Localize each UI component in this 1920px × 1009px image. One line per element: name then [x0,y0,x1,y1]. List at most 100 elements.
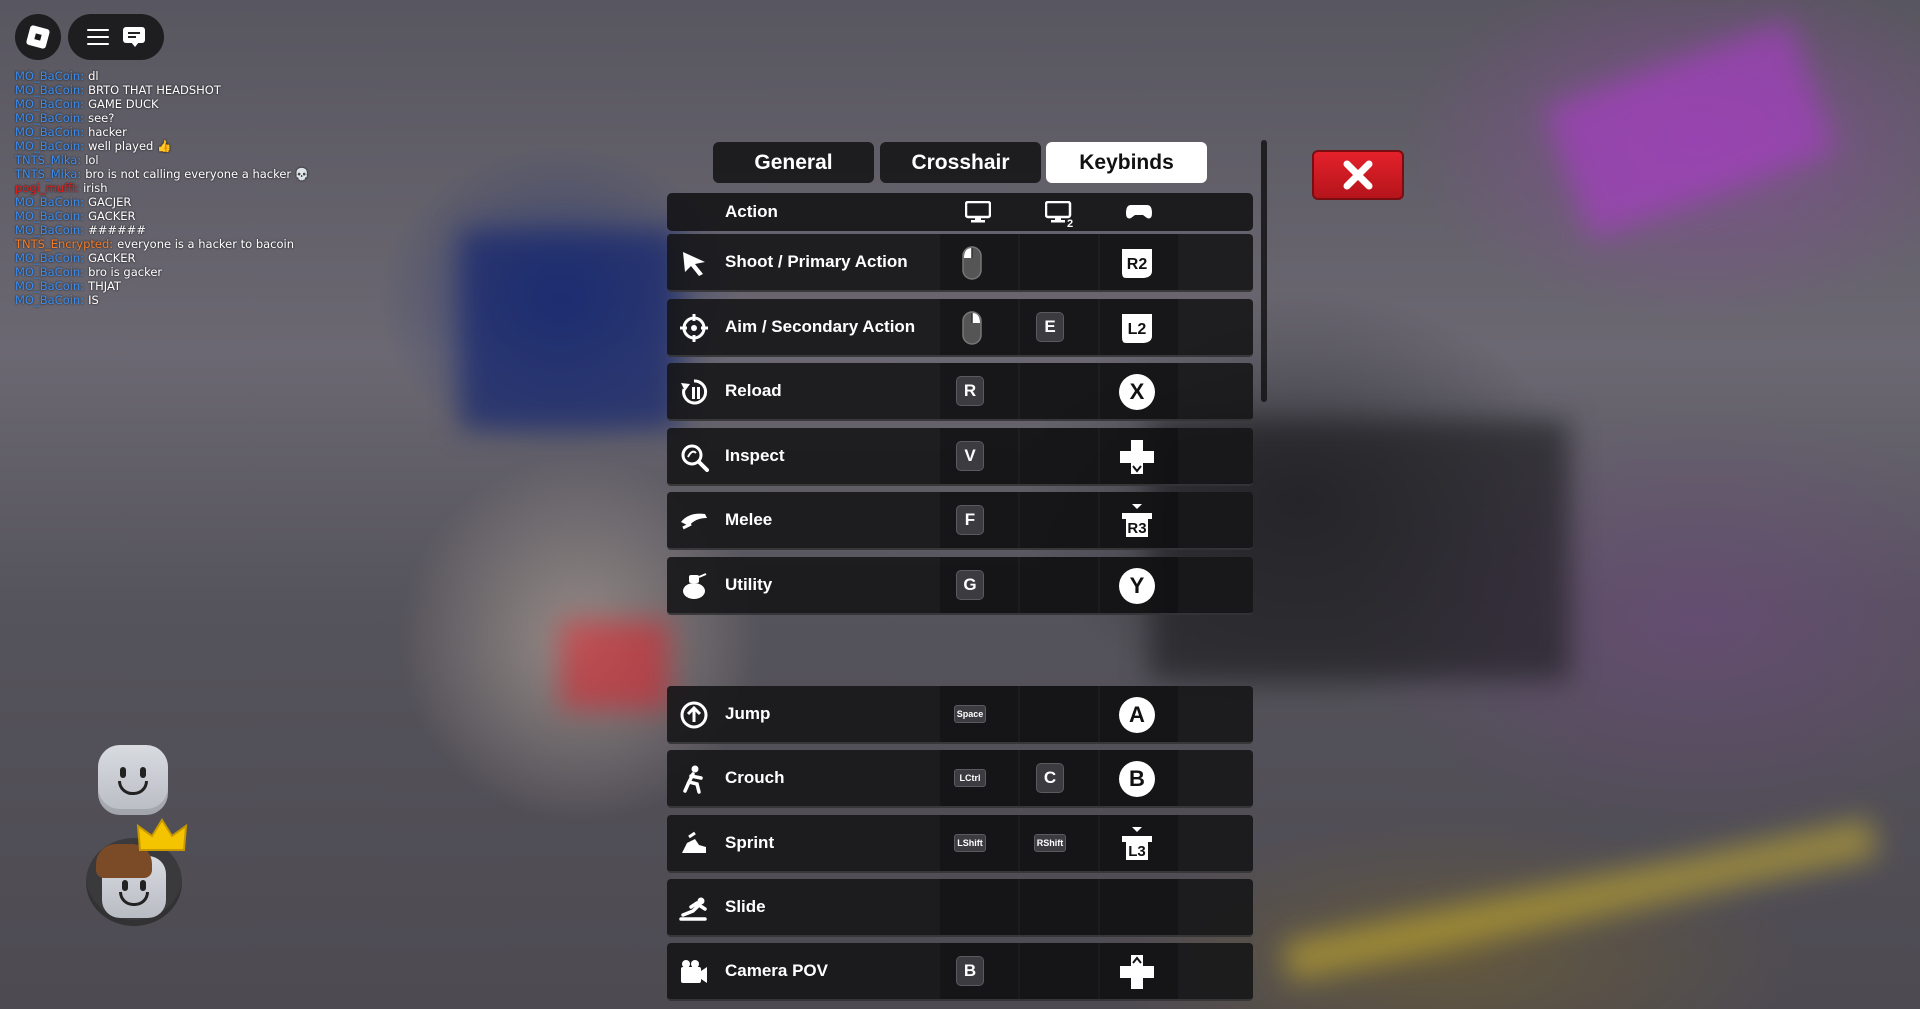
chat-message: TNTS_Mika: bro is not calling everyone a … [15,167,355,181]
primary-key[interactable]: G [956,570,984,600]
chat-username[interactable]: MO_BaCoin: [15,265,84,279]
keybind-slot[interactable] [940,879,1018,935]
chat-text: GACJER [88,195,132,209]
tab-keybinds[interactable]: Keybinds [1046,142,1207,183]
chat-username[interactable]: MO_BaCoin: [15,69,84,83]
chat-username[interactable]: MO_BaCoin: [15,293,84,307]
right-mouse-icon[interactable] [961,311,983,345]
keybind-action-name: Inspect [725,446,785,465]
chat-toggle-icon[interactable] [123,27,145,47]
monitor-icon [965,201,991,223]
keybind-row-aim-secondary-action[interactable]: Aim / Secondary Action E L2 [667,299,1253,357]
primary-key[interactable]: B [956,956,984,986]
tab-crosshair[interactable]: Crosshair [880,142,1041,183]
keybind-row-camera-pov[interactable]: Camera POV B [667,943,1253,1001]
utility-icon [683,573,707,599]
keybind-slot[interactable] [1020,363,1098,419]
keybind-slot[interactable] [1020,234,1098,290]
keybind-row-crouch[interactable]: Crouch LCtrl C B [667,750,1253,808]
secondary-key[interactable]: C [1036,763,1064,793]
chat-username[interactable]: TNTS_Mika: [15,153,81,167]
keybind-action-name: Camera POV [725,961,828,980]
primary-key[interactable]: LCtrl [954,769,986,787]
chat-text: GAME DUCK [88,97,159,111]
keybind-slot[interactable] [1020,557,1098,613]
chat-username[interactable]: MO_BaCoin: [15,125,84,139]
gamepad-l3-stick-icon[interactable]: L3 [1118,826,1156,862]
chat-text: THJAT [88,279,121,293]
gamepad-x-button[interactable]: X [1119,374,1155,410]
chat-username[interactable]: MO_BaCoin: [15,83,84,97]
chat-username[interactable]: MO_BaCoin: [15,139,84,153]
gamepad-l2-trigger-icon[interactable]: L2 [1118,310,1156,346]
primary-key[interactable]: R [956,376,984,406]
chat-text: dl [88,69,99,83]
scene-glow-blue [460,230,680,430]
keybind-slot[interactable] [1100,879,1178,935]
keybind-row-utility[interactable]: Utility G Y [667,557,1253,615]
gamepad-y-button[interactable]: Y [1119,568,1155,604]
sprint-icon [682,831,706,853]
gamepad-r3-stick-icon[interactable]: R3 [1118,503,1156,539]
keybind-action-name: Slide [725,897,766,916]
chat-message: MO_BaCoin: hacker [15,125,355,139]
chat-log: MO_BaCoin: dl MO_BaCoin: BRTO THAT HEADSHOT… [15,69,355,307]
dpad-down-icon[interactable] [1118,439,1156,475]
keybind-slot[interactable] [1020,943,1098,999]
keybind-slot[interactable] [1020,686,1098,742]
keybind-action-name: Reload [725,381,782,400]
keybind-slot[interactable] [1020,428,1098,484]
keybind-row-reload[interactable]: Reload R X [667,363,1253,421]
chat-username[interactable]: MO_BaCoin: [15,97,84,111]
chat-username[interactable]: MO_BaCoin: [15,209,84,223]
keybind-row-jump[interactable]: Jump Space A [667,686,1253,744]
left-mouse-icon[interactable] [961,246,983,280]
hamburger-menu-icon[interactable] [87,29,109,45]
chat-username[interactable]: TNTS_Mika: [15,167,81,181]
panel-scrollbar[interactable] [1261,140,1267,402]
keybind-row-inspect[interactable]: Inspect V [667,428,1253,486]
roblox-menu-button[interactable] [15,14,61,60]
secondary-key[interactable]: E [1036,312,1064,342]
keybind-row-slide[interactable]: Slide [667,879,1253,937]
primary-key[interactable]: Space [954,705,986,723]
chat-username[interactable]: MO_BaCoin: [15,111,84,125]
gamepad-icon [1126,205,1152,219]
primary-key[interactable]: LShift [954,834,986,852]
gamepad-b-button[interactable]: B [1119,761,1155,797]
keybind-slot[interactable] [1020,879,1098,935]
secondary-key[interactable]: RShift [1034,834,1066,852]
chat-username[interactable]: MO_BaCoin: [15,279,84,293]
primary-key[interactable]: F [956,505,984,535]
keybind-action-name: Sprint [725,833,775,852]
gamepad-r2-trigger-icon[interactable]: R2 [1118,245,1156,281]
aim-icon [680,314,708,342]
chat-message: MO_BaCoin: THJAT [15,279,355,293]
primary-key[interactable]: V [956,441,984,471]
tab-general[interactable]: General [713,142,874,183]
chat-username[interactable]: MO_BaCoin: [15,251,84,265]
dpad-up-icon[interactable] [1118,954,1156,990]
jump-icon [680,701,708,729]
keybind-row-shoot-primary-action[interactable]: Shoot / Primary Action R2 [667,234,1253,292]
chat-text: GACKER [88,209,136,223]
topbar-pill [68,14,164,60]
gamepad-a-button[interactable]: A [1119,697,1155,733]
chat-message: MO_BaCoin: well played 👍 [15,139,355,153]
keybind-row-melee[interactable]: Melee F R3 [667,492,1253,550]
action-column-label: Action [725,202,778,221]
keybind-action-name: Aim / Secondary Action [725,317,916,336]
chat-username[interactable]: TNTS_Encrypted: [15,237,113,251]
chat-username[interactable]: MO_BaCoin: [15,195,84,209]
player-avatar-top[interactable] [98,745,168,815]
keybind-slot[interactable] [1020,492,1098,548]
chat-username[interactable]: pogi_muffi: [15,181,79,195]
crouch-icon [683,765,703,794]
chat-message: MO_BaCoin: GACJER [15,195,355,209]
close-button[interactable] [1312,150,1404,200]
chat-username[interactable]: MO_BaCoin: [15,223,84,237]
chat-message: MO_BaCoin: GACKER [15,251,355,265]
chat-message: MO_BaCoin: GACKER [15,209,355,223]
chat-text: GACKER [88,251,136,265]
keybind-row-sprint[interactable]: Sprint LShift RShift L3 [667,815,1253,873]
